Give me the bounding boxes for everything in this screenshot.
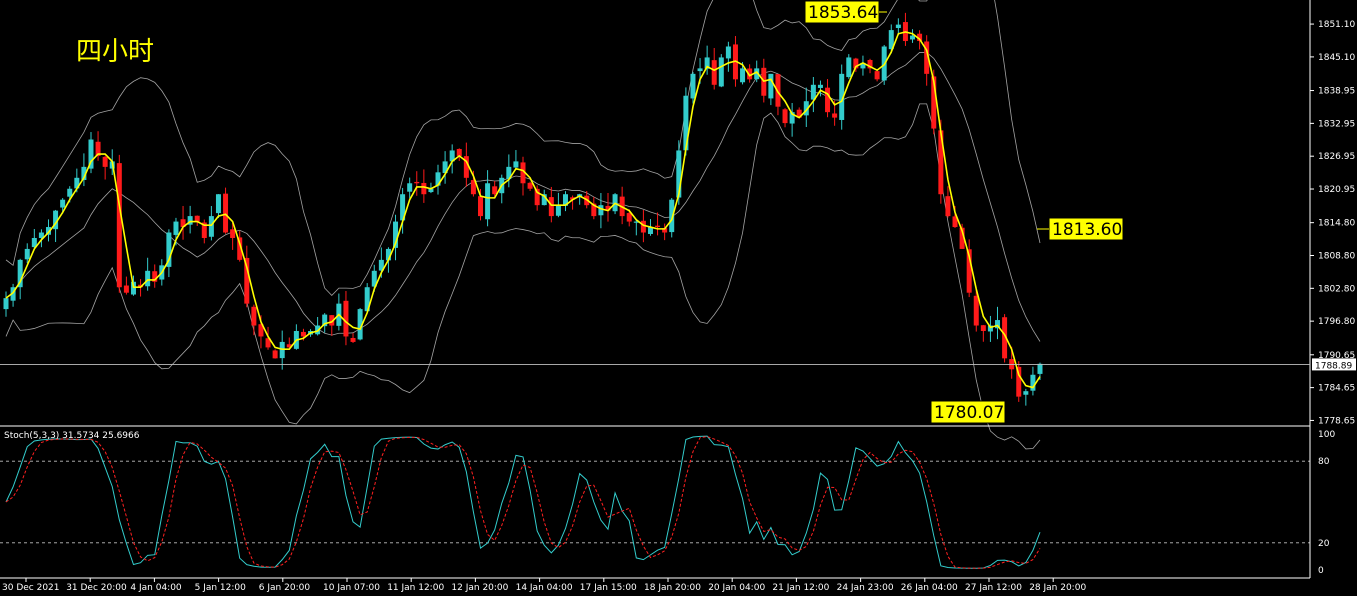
chart-title: 四小时 <box>76 37 154 67</box>
candle-bear <box>492 186 498 195</box>
candle-bull <box>895 24 901 29</box>
candle-bear <box>194 215 200 222</box>
time-tick-label: 20 Jan 04:00 <box>708 583 765 593</box>
time-tick-label: 27 Jan 12:00 <box>965 583 1022 593</box>
candle-bear <box>123 285 129 293</box>
candle-bear <box>230 229 236 238</box>
price-tick-label: 1820.95 <box>1318 185 1355 195</box>
time-tick-label: 6 Jan 20:00 <box>259 583 311 593</box>
candle-bull <box>145 270 151 287</box>
time-tick-label: 26 Jan 04:00 <box>901 583 958 593</box>
stoch-indicator-label: Stoch(5,3,3) 31.5734 25.6966 <box>4 431 140 441</box>
candle-bear <box>711 60 717 85</box>
time-tick-label: 31 Dec 20:00 <box>66 583 127 593</box>
time-tick-label: 21 Jan 12:00 <box>772 583 829 593</box>
candle-bull <box>817 84 823 88</box>
candle-bull <box>485 183 491 220</box>
price-tick-label: 1802.80 <box>1318 284 1355 294</box>
candle-bear <box>782 109 788 124</box>
time-tick-label: 4 Jan 04:00 <box>130 583 182 593</box>
candle-bull <box>598 205 604 216</box>
candle-bull <box>60 199 66 208</box>
candle-bear <box>825 87 831 113</box>
candle-bull <box>740 68 746 83</box>
candle-bear <box>640 220 646 233</box>
current-price-text: 1788.89 <box>1315 361 1352 371</box>
candle-bear <box>343 300 349 337</box>
stoch-tick-label: 20 <box>1318 539 1330 549</box>
candle-bull <box>215 194 221 214</box>
time-tick-label: 18 Jan 20:00 <box>644 583 701 593</box>
candle-bull <box>24 248 30 260</box>
candle-bull <box>1037 363 1043 374</box>
high-callout-text: 1853.64 <box>808 3 878 23</box>
price-tick-label: 1851.10 <box>1318 20 1355 30</box>
price-tick-label: 1838.95 <box>1318 87 1355 97</box>
price-tick-label: 1826.95 <box>1318 152 1355 162</box>
target-callout-text: 1813.60 <box>1052 220 1122 240</box>
candle-bull <box>208 216 214 237</box>
candle-bull <box>1023 391 1029 395</box>
candle-bear <box>626 213 632 222</box>
candle-bull <box>173 221 179 235</box>
candle-bull <box>697 68 703 72</box>
time-tick-label: 11 Jan 12:00 <box>387 583 444 593</box>
time-tick-label: 24 Jan 23:00 <box>837 583 894 593</box>
candle-bear <box>548 197 554 217</box>
price-tick-label: 1778.65 <box>1318 416 1355 426</box>
candle-bull <box>725 46 731 59</box>
stoch-tick-label: 0 <box>1318 566 1324 576</box>
candle-bull <box>910 35 916 40</box>
candle-bear <box>945 196 951 217</box>
time-tick-label: 28 Jan 20:00 <box>1029 583 1086 593</box>
candle-bull <box>768 73 774 99</box>
candle-bear <box>223 193 229 233</box>
time-tick-label: 12 Jan 20:00 <box>451 583 508 593</box>
candle-bull <box>3 298 9 310</box>
price-tick-label: 1808.80 <box>1318 251 1355 261</box>
candle-bear <box>655 225 661 228</box>
candle-bear <box>874 71 880 80</box>
candle-bear <box>832 113 838 118</box>
time-tick-label: 14 Jan 04:00 <box>516 583 573 593</box>
price-tick-label: 1796.80 <box>1318 317 1355 327</box>
candle-bull <box>513 161 519 168</box>
time-tick-label: 30 Dec 2021 <box>2 583 60 593</box>
candle-bear <box>300 331 306 337</box>
time-tick-label: 10 Jan 07:00 <box>323 583 380 593</box>
chart-canvas: 1853.64 1813.60 1780.07 100 80 20 0 1851.10 18… <box>0 0 1357 596</box>
candle-bear <box>980 325 986 331</box>
candle-bear <box>350 337 356 342</box>
candle-bear <box>527 182 533 189</box>
price-tick-label: 1814.80 <box>1318 219 1355 229</box>
price-tick-label: 1845.10 <box>1318 53 1355 63</box>
candle-bull <box>407 183 413 192</box>
price-tick-label: 1784.65 <box>1318 384 1355 394</box>
candle-bear <box>414 181 420 184</box>
time-tick-label: 17 Jan 15:00 <box>580 583 637 593</box>
candle-bear <box>478 196 484 217</box>
candle-bull <box>67 188 73 197</box>
low-callout-text: 1780.07 <box>934 403 1004 423</box>
candle-bear <box>421 182 427 195</box>
stoch-tick-label: 80 <box>1318 457 1330 467</box>
price-tick-label: 1832.95 <box>1318 119 1355 129</box>
candle-bull <box>690 73 696 99</box>
candle-bull <box>718 57 724 87</box>
candle-bear <box>116 163 122 288</box>
candle-bear <box>456 148 462 156</box>
chart-background <box>0 0 1357 596</box>
candle-bear <box>973 295 979 326</box>
candle-bull <box>555 205 561 216</box>
stoch-tick-label: 100 <box>1318 430 1335 440</box>
candle-bull <box>846 57 852 78</box>
candle-bear <box>102 156 108 167</box>
candle-bear <box>272 350 278 359</box>
time-tick-label: 5 Jan 12:00 <box>195 583 247 593</box>
candle-bear <box>251 306 257 326</box>
